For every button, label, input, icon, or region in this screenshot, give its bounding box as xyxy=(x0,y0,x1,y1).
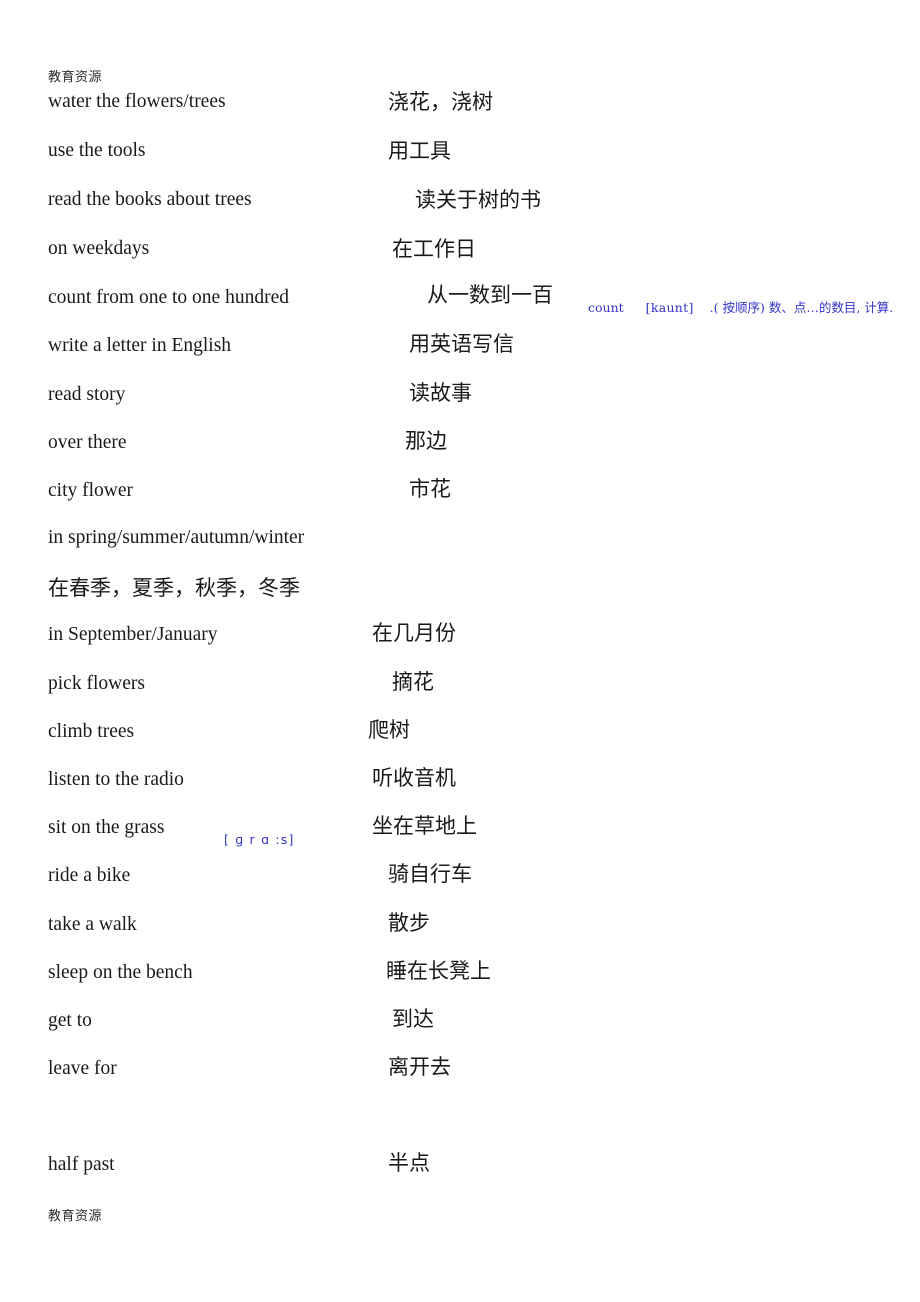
annotation-gloss: .( 按顺序) 数、点…的数目, 计算. xyxy=(709,300,894,315)
chinese-translation: 浇花，浇树 xyxy=(388,90,493,114)
english-phrase: on weekdays xyxy=(48,238,150,259)
english-phrase: take a walk xyxy=(48,914,137,935)
annotation-ipa: [kaunt] xyxy=(645,300,694,315)
chinese-translation: 用英语写信 xyxy=(409,332,514,356)
english-phrase: in spring/summer/autumn/winter xyxy=(48,527,305,548)
english-phrase: read the books about trees xyxy=(48,189,252,210)
chinese-translation: 散步 xyxy=(388,911,430,935)
chinese-translation: 睡在长凳上 xyxy=(386,959,491,983)
footer-watermark: 教育资源 xyxy=(48,1209,103,1224)
english-phrase: count from one to one hundred xyxy=(48,287,289,308)
english-phrase: half past xyxy=(48,1154,115,1175)
chinese-translation: 爬树 xyxy=(368,718,410,742)
chinese-translation: 离开去 xyxy=(388,1055,451,1079)
chinese-translation: 从一数到一百 xyxy=(427,283,553,307)
chinese-translation: 用工具 xyxy=(388,139,451,163)
english-phrase: water the flowers/trees xyxy=(48,91,226,112)
chinese-translation: 那边 xyxy=(405,429,447,453)
english-phrase: ride a bike xyxy=(48,865,131,886)
english-phrase: use the tools xyxy=(48,140,146,161)
chinese-translation: 读故事 xyxy=(409,381,472,405)
phrase-row: half past 半点 xyxy=(0,0,920,1175)
english-phrase: pick flowers xyxy=(48,673,145,694)
english-phrase: read story xyxy=(48,384,126,405)
english-phrase: write a letter in English xyxy=(48,335,232,356)
english-phrase: listen to the radio xyxy=(48,769,184,790)
english-phrase: sleep on the bench xyxy=(48,962,193,983)
english-phrase: over there xyxy=(48,432,127,453)
chinese-translation: 市花 xyxy=(409,477,451,501)
chinese-translation: 到达 xyxy=(392,1007,434,1031)
english-phrase: climb trees xyxy=(48,721,135,742)
ipa-annotation: [ ɡ r ɑ :s] xyxy=(224,832,295,847)
dictionary-annotation: count [kaunt] .( 按顺序) 数、点…的数目, 计算. xyxy=(588,300,893,316)
english-phrase: get to xyxy=(48,1010,92,1031)
chinese-translation: 坐在草地上 xyxy=(372,814,477,838)
chinese-translation: 读关于树的书 xyxy=(415,188,541,212)
chinese-translation: 摘花 xyxy=(392,670,434,694)
chinese-translation: 听收音机 xyxy=(372,766,456,790)
english-phrase: in September/January xyxy=(48,624,218,645)
english-phrase: city flower xyxy=(48,480,134,501)
chinese-translation: 在几月份 xyxy=(372,621,456,645)
annotation-headword: count xyxy=(588,300,624,315)
chinese-translation: 在工作日 xyxy=(392,237,476,261)
document-page: 教育资源 water the flowers/trees 浇花，浇树 use the… xyxy=(0,0,920,1302)
english-phrase: leave for xyxy=(48,1058,117,1079)
chinese-translation: 骑自行车 xyxy=(388,862,472,886)
english-phrase: sit on the grass xyxy=(48,817,165,838)
standalone-chinese-line: 在春季，夏季，秋季，冬季 xyxy=(48,576,300,600)
header-watermark: 教育资源 xyxy=(48,70,103,85)
chinese-translation: 半点 xyxy=(388,1151,430,1175)
